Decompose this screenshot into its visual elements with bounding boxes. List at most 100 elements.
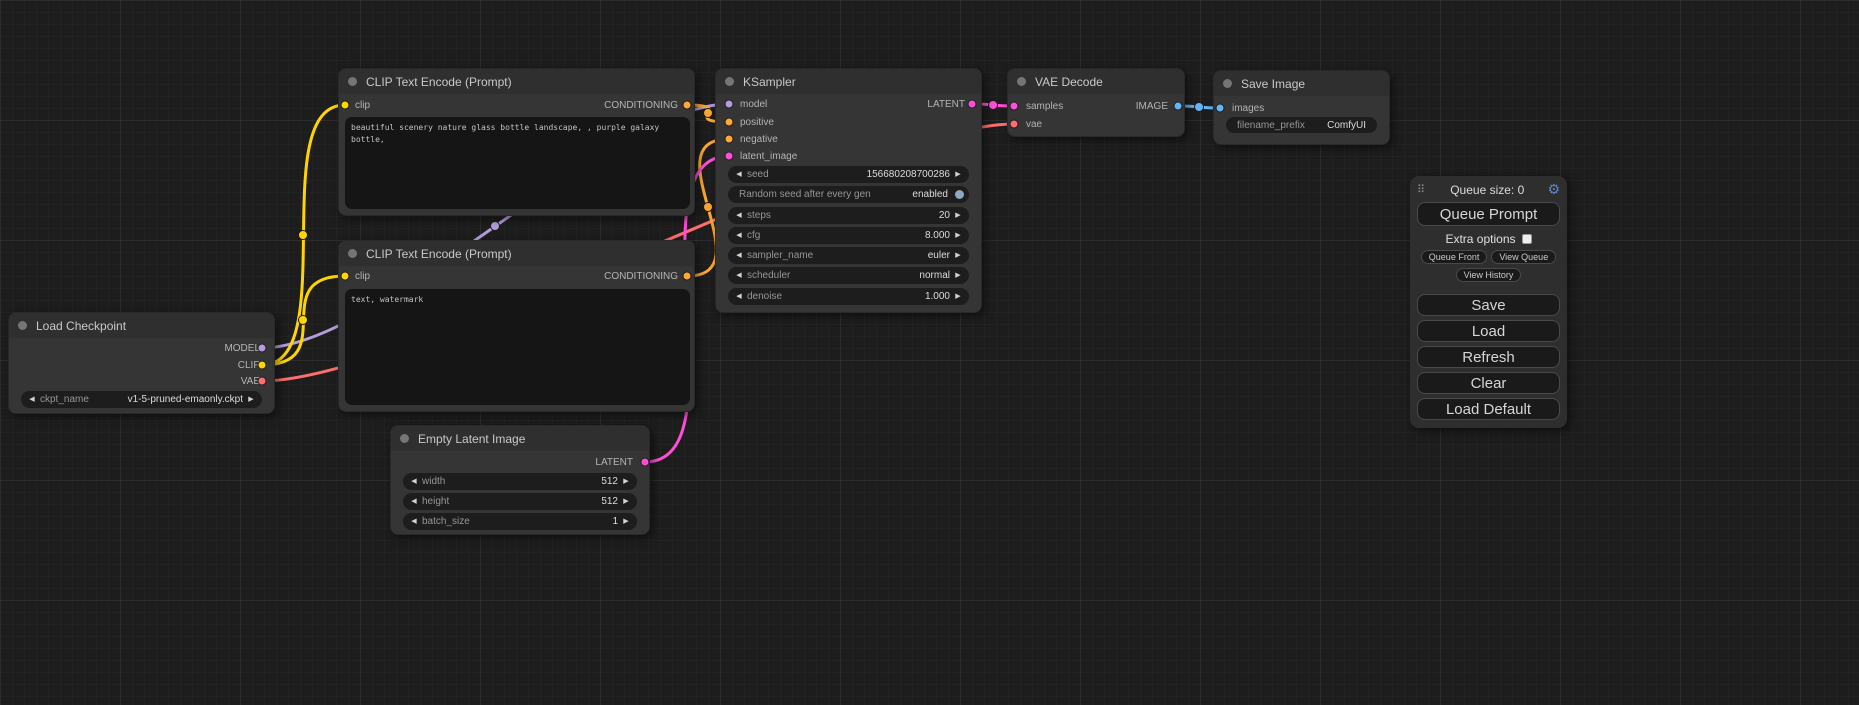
arrow-right-icon[interactable]: ▶ — [620, 473, 632, 490]
extra-options-checkbox[interactable] — [1522, 234, 1532, 244]
drag-handle-icon[interactable]: ⠿ — [1417, 183, 1425, 196]
collapse-dot-icon[interactable] — [725, 77, 734, 86]
save-button[interactable]: Save — [1417, 294, 1560, 316]
seed-widget[interactable]: ◀ seed 156680208700286 ▶ — [728, 166, 969, 183]
input-label-vae: vae — [1026, 118, 1042, 132]
node-clip-text-encode-negative[interactable]: CLIP Text Encode (Prompt) clip CONDITION… — [338, 240, 695, 412]
settings-gear-icon[interactable]: ⚙ — [1547, 181, 1560, 198]
queue-buttons-row: Queue Front View Queue — [1417, 250, 1560, 264]
scheduler-widget[interactable]: ◀ scheduler normal ▶ — [728, 267, 969, 284]
arrow-left-icon[interactable]: ◀ — [733, 227, 745, 244]
sampler-name-widget[interactable]: ◀ sampler_name euler ▶ — [728, 247, 969, 264]
denoise-widget[interactable]: ◀ denoise 1.000 ▶ — [728, 288, 969, 305]
wire-mid-dot-image — [1195, 103, 1204, 112]
collapse-dot-icon[interactable] — [1017, 77, 1026, 86]
arrow-left-icon[interactable]: ◀ — [733, 267, 745, 284]
load-default-button[interactable]: Load Default — [1417, 398, 1560, 420]
node-clip-text-encode-positive[interactable]: CLIP Text Encode (Prompt) clip CONDITION… — [338, 68, 695, 216]
widget-label: Random seed after every gen — [739, 189, 871, 200]
collapse-dot-icon[interactable] — [400, 434, 409, 443]
input-label-images: images — [1232, 102, 1264, 116]
queue-front-button[interactable]: Queue Front — [1421, 250, 1488, 264]
random-seed-toggle-widget[interactable]: Random seed after every gen enabled — [728, 186, 969, 203]
input-label-latent-image: latent_image — [740, 150, 797, 164]
node-ksampler[interactable]: KSampler model positive negative latent_… — [715, 68, 982, 313]
widget-value: 1.000 — [925, 291, 950, 302]
node-save-image[interactable]: Save Image images filename_prefix ComfyU… — [1213, 70, 1390, 145]
arrow-left-icon[interactable]: ◀ — [408, 493, 420, 510]
arrow-left-icon[interactable]: ◀ — [26, 391, 38, 408]
input-label-clip: clip — [355, 99, 370, 113]
steps-widget[interactable]: ◀ steps 20 ▶ — [728, 207, 969, 224]
node-title-bar[interactable]: CLIP Text Encode (Prompt) — [339, 69, 694, 94]
queue-panel: ⠿ Queue size: 0 ⚙ Queue Prompt Extra opt… — [1410, 176, 1567, 428]
prompt-text-area[interactable]: text, watermark — [345, 289, 690, 405]
refresh-button[interactable]: Refresh — [1417, 346, 1560, 368]
node-title-bar[interactable]: VAE Decode — [1008, 69, 1184, 94]
arrow-right-icon[interactable]: ▶ — [952, 166, 964, 183]
arrow-right-icon[interactable]: ▶ — [952, 288, 964, 305]
queue-prompt-button[interactable]: Queue Prompt — [1417, 202, 1560, 226]
input-label-samples: samples — [1026, 100, 1063, 114]
widget-label: sampler_name — [747, 250, 813, 261]
prompt-text-area[interactable]: beautiful scenery nature glass bottle la… — [345, 117, 690, 209]
view-queue-button[interactable]: View Queue — [1491, 250, 1556, 264]
wire-mid-dot-model — [491, 222, 500, 231]
node-title-bar[interactable]: Load Checkpoint — [9, 313, 274, 338]
width-widget[interactable]: ◀ width 512 ▶ — [403, 473, 637, 490]
collapse-dot-icon[interactable] — [18, 321, 27, 330]
arrow-right-icon[interactable]: ▶ — [952, 267, 964, 284]
node-vae-decode[interactable]: VAE Decode samples vae IMAGE — [1007, 68, 1185, 137]
arrow-right-icon[interactable]: ▶ — [245, 391, 257, 408]
arrow-right-icon[interactable]: ▶ — [952, 207, 964, 224]
node-empty-latent-image[interactable]: Empty Latent Image LATENT ◀ width 512 ▶ … — [390, 425, 650, 535]
clear-button[interactable]: Clear — [1417, 372, 1560, 394]
arrow-right-icon[interactable]: ▶ — [620, 493, 632, 510]
widget-label: filename_prefix — [1237, 120, 1305, 131]
output-label-vae: VAE — [241, 375, 260, 389]
toggle-on-dot-icon[interactable] — [955, 190, 964, 199]
arrow-left-icon[interactable]: ◀ — [733, 166, 745, 183]
graph-canvas[interactable]: Load Checkpoint MODEL CLIP VAE ◀ ckpt_na… — [0, 0, 1859, 705]
widget-value: 512 — [601, 476, 618, 487]
cfg-widget[interactable]: ◀ cfg 8.000 ▶ — [728, 227, 969, 244]
height-widget[interactable]: ◀ height 512 ▶ — [403, 493, 637, 510]
extra-options-label: Extra options — [1445, 232, 1515, 246]
widget-value: v1-5-pruned-emaonly.ckpt — [128, 394, 243, 405]
collapse-dot-icon[interactable] — [1223, 79, 1232, 88]
arrow-left-icon[interactable]: ◀ — [733, 247, 745, 264]
node-title-bar[interactable]: KSampler — [716, 69, 981, 94]
filename-prefix-widget[interactable]: filename_prefix ComfyUI — [1226, 117, 1377, 133]
output-label-latent: LATENT — [927, 98, 965, 112]
arrow-right-icon[interactable]: ▶ — [952, 227, 964, 244]
arrow-left-icon[interactable]: ◀ — [733, 288, 745, 305]
widget-value: normal — [919, 270, 950, 281]
node-title: Save Image — [1241, 77, 1305, 91]
arrow-right-icon[interactable]: ▶ — [952, 247, 964, 264]
load-button[interactable]: Load — [1417, 320, 1560, 342]
widget-value: enabled — [912, 189, 948, 200]
widget-label: steps — [747, 210, 771, 221]
node-title-bar[interactable]: Empty Latent Image — [391, 426, 649, 451]
node-title-bar[interactable]: Save Image — [1214, 71, 1389, 96]
collapse-dot-icon[interactable] — [348, 249, 357, 258]
wire-mid-dot-clip-negative — [299, 316, 308, 325]
output-label-image: IMAGE — [1136, 100, 1168, 114]
widget-label: width — [422, 476, 445, 487]
arrow-left-icon[interactable]: ◀ — [408, 513, 420, 530]
wire-mid-dot-clip-positive — [299, 231, 308, 240]
ckpt-name-widget[interactable]: ◀ ckpt_name v1-5-pruned-emaonly.ckpt ▶ — [21, 391, 262, 408]
arrow-left-icon[interactable]: ◀ — [733, 207, 745, 224]
widget-label: ckpt_name — [40, 394, 89, 405]
arrow-left-icon[interactable]: ◀ — [408, 473, 420, 490]
widget-value: 8.000 — [925, 230, 950, 241]
node-load-checkpoint[interactable]: Load Checkpoint MODEL CLIP VAE ◀ ckpt_na… — [8, 312, 275, 414]
arrow-right-icon[interactable]: ▶ — [620, 513, 632, 530]
widget-value: 20 — [939, 210, 950, 221]
batch-size-widget[interactable]: ◀ batch_size 1 ▶ — [403, 513, 637, 530]
queue-panel-header[interactable]: ⠿ Queue size: 0 ⚙ — [1417, 181, 1560, 198]
input-label-clip: clip — [355, 270, 370, 284]
view-history-button[interactable]: View History — [1456, 268, 1522, 282]
node-title-bar[interactable]: CLIP Text Encode (Prompt) — [339, 241, 694, 266]
collapse-dot-icon[interactable] — [348, 77, 357, 86]
